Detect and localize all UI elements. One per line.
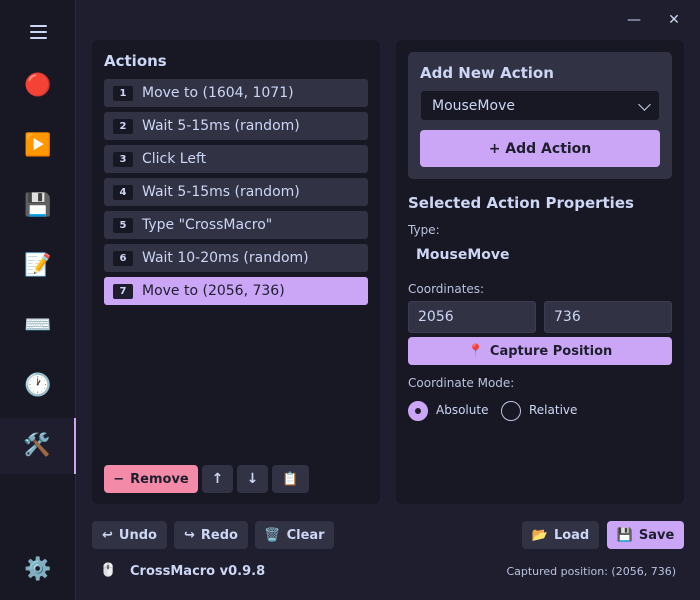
minimize-button[interactable]: — [621, 8, 647, 32]
shortcuts-button[interactable]: ⌨️ [0, 298, 76, 354]
clear-button[interactable]: 🗑️ Clear [255, 521, 334, 549]
properties-title: Selected Action Properties [408, 194, 634, 212]
minus-icon: − [113, 471, 125, 487]
duplicate-button[interactable]: 📋 [272, 465, 309, 493]
action-label: Move to (2056, 736) [142, 283, 285, 299]
action-item[interactable]: 6 Wait 10-20ms (random) [104, 244, 368, 272]
action-label: Wait 5-15ms (random) [142, 118, 300, 134]
action-number: 3 [113, 151, 133, 167]
action-item[interactable]: 3 Click Left [104, 145, 368, 173]
type-value: MouseMove [416, 247, 510, 263]
tools-icon: 🛠️ [23, 433, 51, 458]
arrow-down-icon: ↓ [246, 471, 259, 487]
absolute-radio[interactable] [408, 401, 428, 421]
redo-button[interactable]: ↪ Redo [174, 521, 248, 549]
menu-button[interactable] [0, 4, 76, 60]
action-number: 7 [113, 283, 133, 299]
action-label: Type "CrossMacro" [142, 217, 273, 233]
folder-icon: 📂 [531, 527, 548, 543]
action-label: Move to (1604, 1071) [142, 85, 294, 101]
load-label: Load [553, 527, 590, 543]
coordinate-mode-label: Coordinate Mode: [408, 376, 515, 390]
settings-button[interactable]: ⚙️ [0, 542, 76, 598]
action-number: 1 [113, 85, 133, 101]
remove-button[interactable]: − Remove [104, 465, 198, 493]
app-version: CrossMacro v0.9.8 [130, 564, 266, 579]
relative-radio[interactable] [501, 401, 521, 421]
chevron-down-icon [638, 98, 651, 111]
redo-label: Redo [200, 527, 238, 543]
scheduler-button[interactable]: 🕐 [0, 358, 76, 414]
add-action-card: Add New Action MouseMove + Add Action [408, 52, 672, 179]
properties-panel: Add New Action MouseMove + Add Action Se… [396, 40, 684, 504]
clear-label: Clear [286, 527, 325, 543]
remove-label: Remove [130, 471, 189, 487]
add-action-label: + Add Action [488, 140, 592, 157]
move-up-button[interactable]: ↑ [202, 465, 233, 493]
save-button[interactable]: 💾 Save [607, 521, 684, 549]
record-icon: 🔴 [24, 73, 52, 98]
action-item[interactable]: 2 Wait 5-15ms (random) [104, 112, 368, 140]
close-icon: ✕ [668, 12, 680, 28]
save-icon: 💾 [24, 193, 52, 218]
capture-position-button[interactable]: 📍 Capture Position [408, 337, 672, 365]
play-icon: ▶️ [24, 133, 52, 158]
add-action-title: Add New Action [420, 64, 554, 82]
action-item-selected[interactable]: 7 Move to (2056, 736) [104, 277, 368, 305]
actions-panel: Actions 1 Move to (1604, 1071) 2 Wait 5-… [92, 40, 380, 504]
action-label: Wait 10-20ms (random) [142, 250, 309, 266]
undo-label: Undo [118, 527, 157, 543]
save-icon: 💾 [616, 527, 633, 543]
close-button[interactable]: ✕ [661, 8, 687, 32]
undo-button[interactable]: ↩ Undo [92, 521, 167, 549]
relative-label: Relative [529, 403, 578, 417]
action-item[interactable]: 4 Wait 5-15ms (random) [104, 178, 368, 206]
clock-icon: 🕐 [24, 373, 52, 398]
keyboard-icon: ⌨️ [24, 313, 52, 338]
menu-icon [29, 25, 47, 39]
settings-icon: ⚙️ [24, 557, 52, 582]
playback-button[interactable]: ▶️ [0, 118, 76, 174]
move-down-button[interactable]: ↓ [237, 465, 268, 493]
sidebar: 🔴 ▶️ 💾 📝 ⌨️ 🕐 🛠️ ⚙️ [0, 0, 76, 600]
save-label: Save [638, 527, 675, 543]
add-action-button[interactable]: + Add Action [420, 130, 660, 167]
editor-icon: 📝 [24, 253, 52, 278]
action-number: 2 [113, 118, 133, 134]
actions-title: Actions [104, 52, 167, 70]
redo-icon: ↪ [184, 527, 195, 543]
text-expansion-button[interactable]: 📝 [0, 238, 76, 294]
action-number: 4 [113, 184, 133, 200]
arrow-up-icon: ↑ [211, 471, 224, 487]
action-label: Wait 5-15ms (random) [142, 184, 300, 200]
action-type-select[interactable]: MouseMove [420, 90, 660, 121]
type-label: Type: [408, 223, 440, 237]
mouse-icon: 🖱️ [100, 563, 117, 578]
undo-icon: ↩ [102, 527, 113, 543]
action-label: Click Left [142, 151, 207, 167]
action-number: 6 [113, 250, 133, 266]
editor-tools-button[interactable]: 🛠️ [0, 418, 76, 474]
action-item[interactable]: 5 Type "CrossMacro" [104, 211, 368, 239]
capture-position-label: Capture Position [489, 343, 613, 359]
files-button[interactable]: 💾 [0, 178, 76, 234]
action-type-value: MouseMove [432, 97, 515, 114]
absolute-label: Absolute [436, 403, 489, 417]
pin-icon: 📍 [467, 343, 484, 359]
action-number: 5 [113, 217, 133, 233]
minimize-icon: — [627, 12, 641, 28]
clipboard-icon: 📋 [282, 471, 299, 487]
captured-position-status: Captured position: (2056, 736) [506, 565, 676, 578]
y-coordinate-input[interactable]: 736 [544, 301, 672, 333]
trash-icon: 🗑️ [264, 527, 281, 543]
coordinates-label: Coordinates: [408, 282, 485, 296]
action-item[interactable]: 1 Move to (1604, 1071) [104, 79, 368, 107]
load-button[interactable]: 📂 Load [522, 521, 599, 549]
record-button[interactable]: 🔴 [0, 58, 76, 114]
x-coordinate-input[interactable]: 2056 [408, 301, 536, 333]
